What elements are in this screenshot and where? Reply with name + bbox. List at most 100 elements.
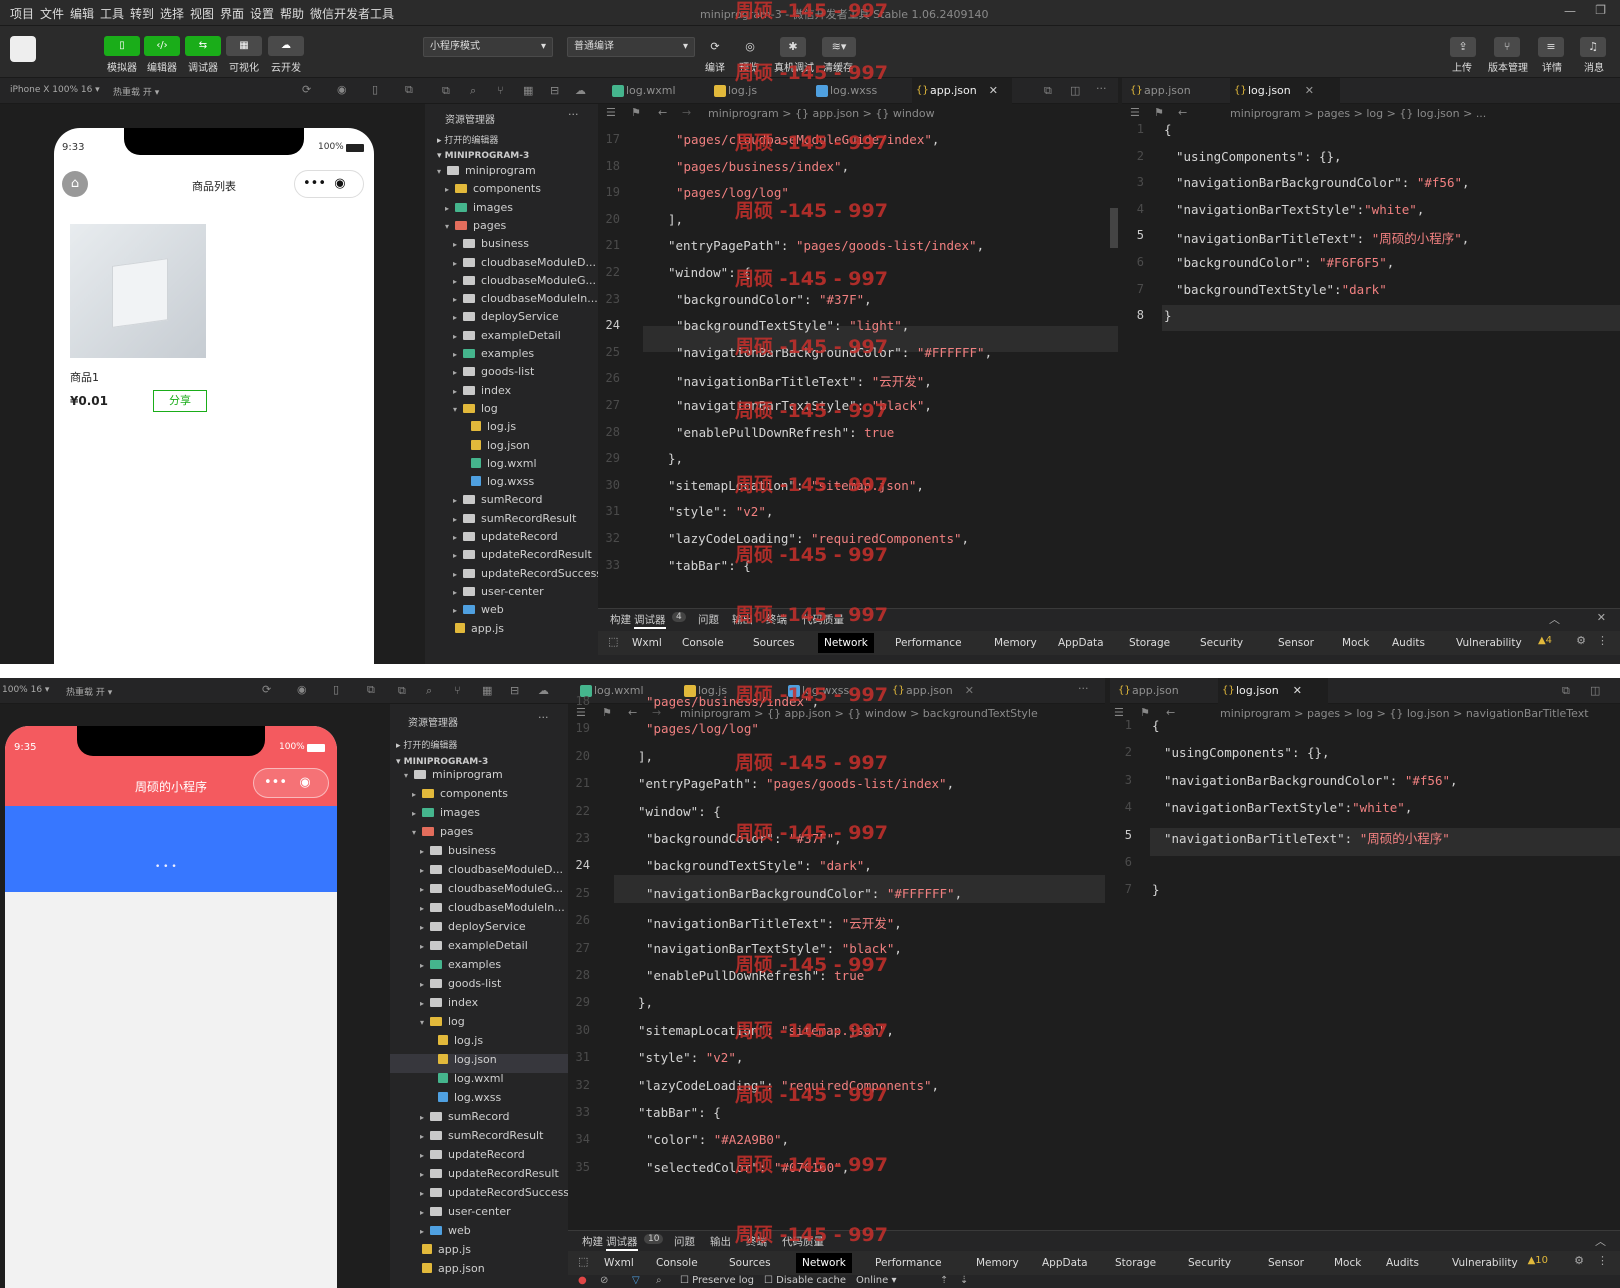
forward-icon[interactable]: → [682, 106, 691, 119]
open-editors-header[interactable]: ▸ 打开的编辑器 [396, 738, 457, 751]
git-icon[interactable]: ⑂ [497, 84, 504, 97]
tree-item[interactable]: ▸ index [420, 996, 478, 1009]
project-header[interactable]: ▾ MINIPROGRAM-3 [396, 757, 488, 767]
visual-button[interactable]: ▦ [226, 36, 262, 56]
menu-item[interactable]: 工具 [100, 5, 124, 22]
list-icon[interactable]: ☰ [1130, 106, 1140, 119]
close-icon[interactable]: ✕ [965, 684, 974, 697]
code-line[interactable]: "pages/business/index", [676, 159, 849, 174]
bookmark-icon[interactable]: ⚑ [602, 706, 612, 719]
devtools-tab[interactable]: Sensor [1272, 633, 1320, 653]
chevron-right-icon[interactable]: ▸ [420, 904, 430, 913]
code-line[interactable]: ], [668, 212, 683, 227]
tree-item[interactable]: app.json [412, 1262, 485, 1275]
tree-item[interactable]: ▸ cloudbaseModuleG... [420, 882, 563, 895]
code-line[interactable]: "style": "v2", [668, 504, 773, 519]
back-icon[interactable]: ← [1166, 706, 1175, 719]
tree-item[interactable]: ▸ goods-list [453, 365, 534, 378]
code-line[interactable]: }, [668, 451, 683, 466]
debug-icon[interactable]: ⊟ [550, 84, 559, 97]
menu-item[interactable]: 微信开发者工具 [310, 5, 394, 22]
code-line[interactable]: "pages/cloudbaseModuleGuide/index", [676, 132, 939, 147]
compile-label[interactable]: 编译 [700, 59, 730, 74]
chevron-right-icon[interactable]: ▸ [412, 790, 422, 799]
chevron-right-icon[interactable]: ▸ [453, 570, 463, 579]
phone-icon[interactable]: ▯ [333, 683, 339, 696]
tree-item[interactable]: ▾ miniprogram [437, 164, 536, 177]
breadcrumb[interactable]: miniprogram > pages > log > {} log.json … [1230, 107, 1486, 120]
capsule-menu[interactable]: ••• ◉ [294, 170, 364, 198]
device-select[interactable]: 100% 16 ▾ [2, 685, 49, 695]
devtools-tab[interactable]: Wxml [598, 1253, 640, 1273]
close-capsule-icon[interactable]: ◉ [334, 176, 345, 191]
chevron-right-icon[interactable]: ▸ [453, 332, 463, 341]
chevron-down-icon[interactable]: ▾ [404, 771, 414, 780]
menu-item[interactable]: 文件 [40, 5, 64, 22]
bug-icon[interactable]: ✱ [780, 37, 806, 57]
tree-item[interactable]: ▾ miniprogram [404, 768, 503, 781]
close-icon[interactable]: ✕ [989, 84, 998, 97]
chevron-right-icon[interactable]: ▸ [453, 533, 463, 542]
tree-item[interactable]: ▾ log [453, 402, 498, 415]
code-line[interactable]: "navigationBarBackgroundColor": "#FFFFFF… [646, 886, 962, 901]
chevron-right-icon[interactable]: ▸ [445, 185, 455, 194]
tree-item[interactable]: app.js [445, 622, 504, 635]
close-icon[interactable]: ✕ [1305, 84, 1314, 97]
refresh-icon[interactable]: ⟳ [302, 83, 311, 96]
search-icon[interactable]: ⌕ [426, 684, 432, 698]
tree-item[interactable]: ▸ cloudbaseModuleIn... [420, 901, 565, 914]
code-line[interactable]: "lazyCodeLoading": "requiredComponents", [638, 1078, 939, 1093]
hotreload-toggle[interactable]: 热重载 开 ▾ [66, 685, 112, 698]
home-icon[interactable]: ⌂ [62, 171, 88, 197]
devtools-tab[interactable]: Sensor [1262, 1253, 1310, 1273]
tree-item[interactable]: ▸ updateRecordResult [420, 1167, 559, 1180]
chevron-right-icon[interactable]: ▸ [453, 277, 463, 286]
chevron-right-icon[interactable]: ▸ [453, 551, 463, 560]
code-line[interactable]: "navigationBarBackgroundColor": "#f56", [1176, 175, 1470, 190]
warning-count[interactable]: ▲4 [1538, 635, 1552, 646]
tree-item[interactable]: ▸ examples [453, 347, 534, 360]
chevron-down-icon[interactable]: ▾ [420, 1018, 430, 1027]
tree-item[interactable]: log.wxml [461, 457, 537, 470]
devtools-tab[interactable]: Console [676, 633, 730, 653]
tree-item[interactable]: log.json [428, 1053, 497, 1066]
code-line[interactable]: "sitemapLocation": "sitemap.json", [668, 478, 924, 493]
columns-icon[interactable]: ◫ [1590, 684, 1600, 697]
chevron-right-icon[interactable]: ▸ [420, 1227, 430, 1236]
chevron-right-icon[interactable]: ▸ [420, 942, 430, 951]
bookmark-icon[interactable]: ⚑ [631, 106, 641, 119]
inspect-icon[interactable]: ⬚ [608, 635, 618, 648]
devtools-tab[interactable]: Vulnerability [1450, 633, 1528, 653]
devtools-tab[interactable]: Sources [723, 1253, 777, 1273]
tree-item[interactable]: ▸ web [420, 1224, 471, 1237]
devtools-tab[interactable]: Audits [1386, 633, 1431, 653]
gear-icon[interactable]: ⚙ [1576, 634, 1586, 647]
columns-icon[interactable]: ◫ [1070, 84, 1080, 97]
chevron-up-icon[interactable]: ︿ [1549, 611, 1560, 627]
code-line[interactable]: "window": { [668, 265, 751, 280]
code-line[interactable]: "usingComponents": {}, [1176, 149, 1342, 164]
panel-tab[interactable]: 代码质量 [782, 1234, 824, 1249]
panel-tab[interactable]: 问题 [674, 1234, 695, 1249]
panel-tab[interactable]: 4 [672, 612, 686, 622]
code-line[interactable]: "entryPagePath": "pages/goods-list/index… [638, 776, 954, 791]
chevron-right-icon[interactable]: ▸ [420, 980, 430, 989]
devtools-tab[interactable]: Vulnerability [1446, 1253, 1524, 1273]
back-icon[interactable]: ← [1178, 106, 1187, 119]
code-line[interactable]: "selectedColor": "#07C160", [646, 1160, 849, 1175]
devtools-tab[interactable]: Wxml [626, 633, 668, 653]
devtools-tab[interactable]: AppData [1036, 1253, 1094, 1273]
tree-item[interactable]: ▸ cloudbaseModuleG... [453, 274, 596, 287]
menu-item[interactable]: 设置 [250, 5, 274, 22]
back-icon[interactable]: ← [628, 706, 637, 719]
tree-item[interactable]: ▸ cloudbaseModuleD... [420, 863, 563, 876]
chevron-right-icon[interactable]: ▸ [420, 1113, 430, 1122]
tree-item[interactable]: ▸ sumRecord [453, 493, 542, 506]
code-line[interactable]: "usingComponents": {}, [1164, 745, 1330, 760]
panel-tab[interactable]: 调试器 [634, 612, 666, 629]
chevron-right-icon[interactable]: ▸ [420, 847, 430, 856]
restore-icon[interactable]: ❐ [1595, 3, 1606, 17]
branch-icon[interactable]: ⑂ [1494, 37, 1520, 57]
code-line[interactable]: ], [638, 749, 653, 764]
eye-icon[interactable]: ◎ [737, 37, 763, 57]
